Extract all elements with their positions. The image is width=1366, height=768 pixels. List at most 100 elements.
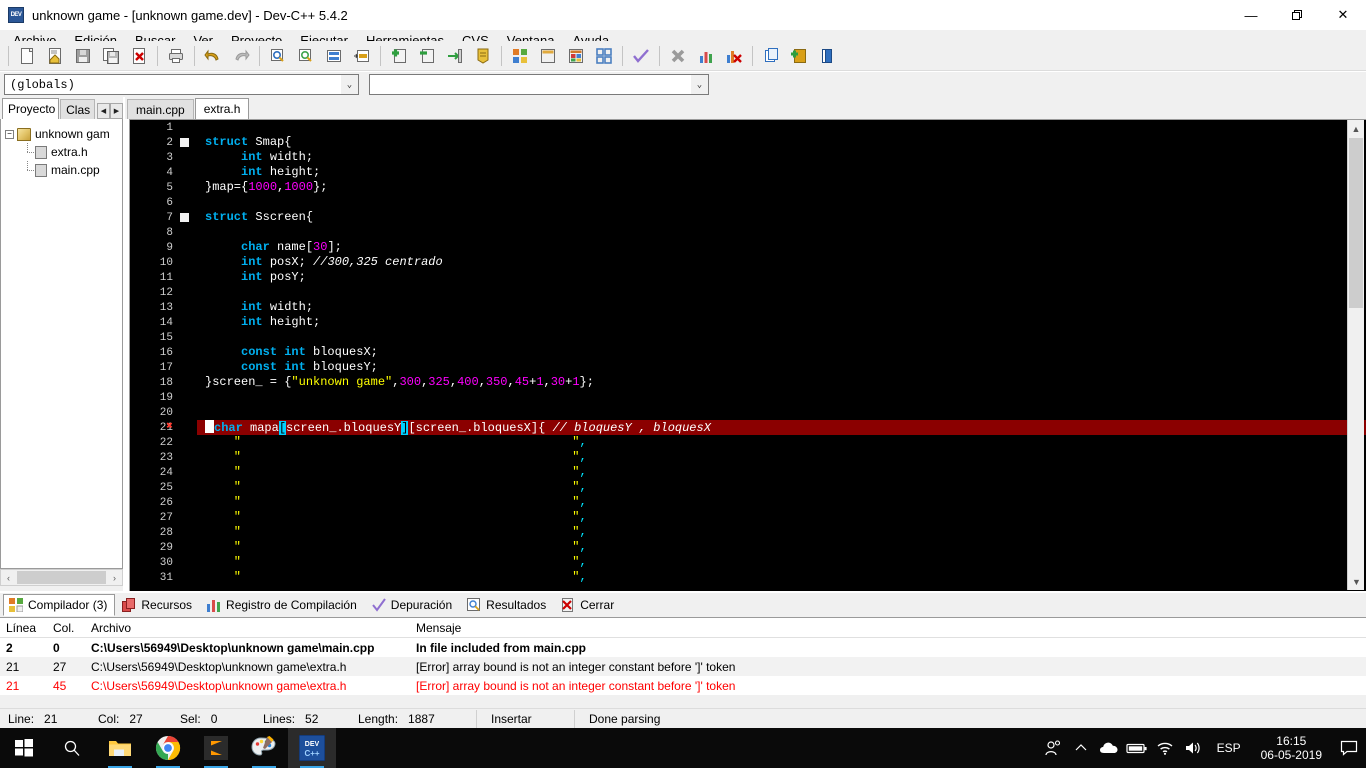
status-insert-mode[interactable]: Insertar: [483, 712, 568, 726]
paint-icon[interactable]: [240, 728, 288, 768]
code-line[interactable]: " ",: [197, 435, 1366, 450]
table-row[interactable]: 2 0 C:\Users\56949\Desktop\unknown game\…: [0, 638, 1366, 657]
code-line[interactable]: }screen_ = {"unknown game",300,325,400,3…: [197, 375, 1366, 390]
google-chrome-icon[interactable]: [144, 728, 192, 768]
column-header-linea[interactable]: Línea: [0, 621, 47, 635]
run-icon[interactable]: [535, 43, 561, 69]
table-row[interactable]: 21 27 C:\Users\56949\Desktop\unknown gam…: [0, 657, 1366, 676]
code-line[interactable]: struct Smap{: [197, 135, 1366, 150]
editor-vscrollbar[interactable]: ▲ ▼: [1347, 120, 1364, 590]
profile-icon[interactable]: [693, 43, 719, 69]
tab-scroll-prev-icon[interactable]: ◀: [97, 103, 110, 119]
sublime-text-icon[interactable]: [192, 728, 240, 768]
code-line[interactable]: int width;: [197, 150, 1366, 165]
code-line[interactable]: " ",: [197, 570, 1366, 585]
code-line[interactable]: int posX; //300,325 centrado: [197, 255, 1366, 270]
tab-compilador[interactable]: Compilador (3): [3, 594, 116, 616]
code-line[interactable]: [197, 330, 1366, 345]
tab-cerrar[interactable]: Cerrar: [555, 594, 622, 616]
code-line[interactable]: char name[30];: [197, 240, 1366, 255]
code-line[interactable]: int posY;: [197, 270, 1366, 285]
code-line[interactable]: int height;: [197, 315, 1366, 330]
language-indicator[interactable]: ESP: [1207, 741, 1251, 755]
project-properties-icon[interactable]: [470, 43, 496, 69]
insert-icon[interactable]: [758, 43, 784, 69]
volume-icon[interactable]: [1179, 728, 1207, 768]
find-replace-icon[interactable]: [293, 43, 319, 69]
code-line[interactable]: [197, 120, 1366, 135]
add-to-project-icon[interactable]: [386, 43, 412, 69]
code-line[interactable]: int height;: [197, 165, 1366, 180]
toggle-breakpoint-icon[interactable]: [786, 43, 812, 69]
scope-combo[interactable]: (globals) ⌄: [4, 74, 359, 95]
column-header-col[interactable]: Col.: [47, 621, 85, 635]
tab-main-cpp[interactable]: main.cpp: [127, 99, 194, 119]
column-header-mensaje[interactable]: Mensaje: [410, 621, 1366, 635]
code-line[interactable]: [197, 285, 1366, 300]
code-line[interactable]: " ",: [197, 555, 1366, 570]
code-line[interactable]: const int bloquesX;: [197, 345, 1366, 360]
fold-toggle[interactable]: [180, 138, 189, 147]
new-file-icon[interactable]: [14, 43, 40, 69]
tab-resultados[interactable]: Resultados: [461, 594, 554, 616]
symbol-combo[interactable]: ⌄: [369, 74, 709, 95]
battery-icon[interactable]: [1123, 728, 1151, 768]
tree-row-project[interactable]: − unknown gam: [5, 125, 122, 143]
code-line[interactable]: " ",: [197, 480, 1366, 495]
undo-icon[interactable]: [200, 43, 226, 69]
project-tree-hscrollbar[interactable]: ‹ ›: [0, 569, 123, 586]
vscroll-thumb[interactable]: [1349, 138, 1363, 308]
code-folding-column[interactable]: [177, 120, 197, 590]
onedrive-icon[interactable]: [1095, 728, 1123, 768]
code-line[interactable]: [197, 225, 1366, 240]
close-file-icon[interactable]: [126, 43, 152, 69]
notification-icon[interactable]: [1332, 728, 1366, 768]
code-line[interactable]: }map={1000,1000};: [197, 180, 1366, 195]
start-button-icon[interactable]: [0, 728, 48, 768]
code-editor[interactable]: 1 2 3 4 5 6 7 8 9 10 11 12 13 14 15 16 17 18 19 20 ✖ 21 22 23 24…: [129, 119, 1366, 591]
tab-clases[interactable]: Clas: [60, 99, 95, 119]
tab-proyecto[interactable]: Proyecto: [2, 98, 60, 119]
table-row[interactable]: 21 45 C:\Users\56949\Desktop\unknown gam…: [0, 676, 1366, 695]
save-all-icon[interactable]: [98, 43, 124, 69]
project-options-icon[interactable]: [442, 43, 468, 69]
code-line[interactable]: " ",: [197, 525, 1366, 540]
compile-and-run-icon[interactable]: [563, 43, 589, 69]
code-line[interactable]: [197, 390, 1366, 405]
code-line[interactable]: " ",: [197, 465, 1366, 480]
chevron-up-icon[interactable]: [1067, 728, 1095, 768]
search-icon[interactable]: [48, 728, 96, 768]
scroll-right-icon[interactable]: ›: [107, 570, 122, 585]
tree-row-extra-h[interactable]: extra.h: [5, 143, 122, 161]
goto-function-icon[interactable]: [349, 43, 375, 69]
tab-scroll-next-icon[interactable]: ▶: [110, 103, 123, 119]
error-marker-icon[interactable]: ✖: [164, 422, 175, 433]
save-file-icon[interactable]: [70, 43, 96, 69]
file-explorer-icon[interactable]: [96, 728, 144, 768]
scroll-up-icon[interactable]: ▲: [1348, 120, 1364, 137]
column-header-archivo[interactable]: Archivo: [85, 621, 410, 635]
tree-row-main-cpp[interactable]: main.cpp: [5, 161, 122, 179]
code-line[interactable]: int width;: [197, 300, 1366, 315]
tab-registro-compilacion[interactable]: Registro de Compilación: [201, 594, 365, 616]
code-line[interactable]: [197, 405, 1366, 420]
goto-line-icon[interactable]: [321, 43, 347, 69]
fold-toggle[interactable]: [180, 213, 189, 222]
tab-extra-h[interactable]: extra.h: [194, 98, 250, 119]
code-line[interactable]: [197, 195, 1366, 210]
close-button[interactable]: ✕: [1320, 0, 1366, 30]
code-line[interactable]: " ",: [197, 450, 1366, 465]
collapse-expander-icon[interactable]: −: [5, 129, 14, 139]
people-icon[interactable]: [1039, 728, 1067, 768]
debug-icon[interactable]: [628, 43, 654, 69]
code-line[interactable]: " ",: [197, 510, 1366, 525]
rebuild-all-icon[interactable]: [591, 43, 617, 69]
code-text-area[interactable]: struct Smap{ int width; int height;}map=…: [197, 120, 1366, 590]
code-line[interactable]: " ",: [197, 495, 1366, 510]
minimize-button[interactable]: —: [1228, 0, 1274, 30]
chevron-down-icon[interactable]: ⌄: [691, 75, 708, 94]
tab-depuracion[interactable]: Depuración: [366, 594, 460, 616]
help-icon[interactable]: [814, 43, 840, 69]
print-icon[interactable]: [163, 43, 189, 69]
delete-profile-icon[interactable]: [721, 43, 747, 69]
